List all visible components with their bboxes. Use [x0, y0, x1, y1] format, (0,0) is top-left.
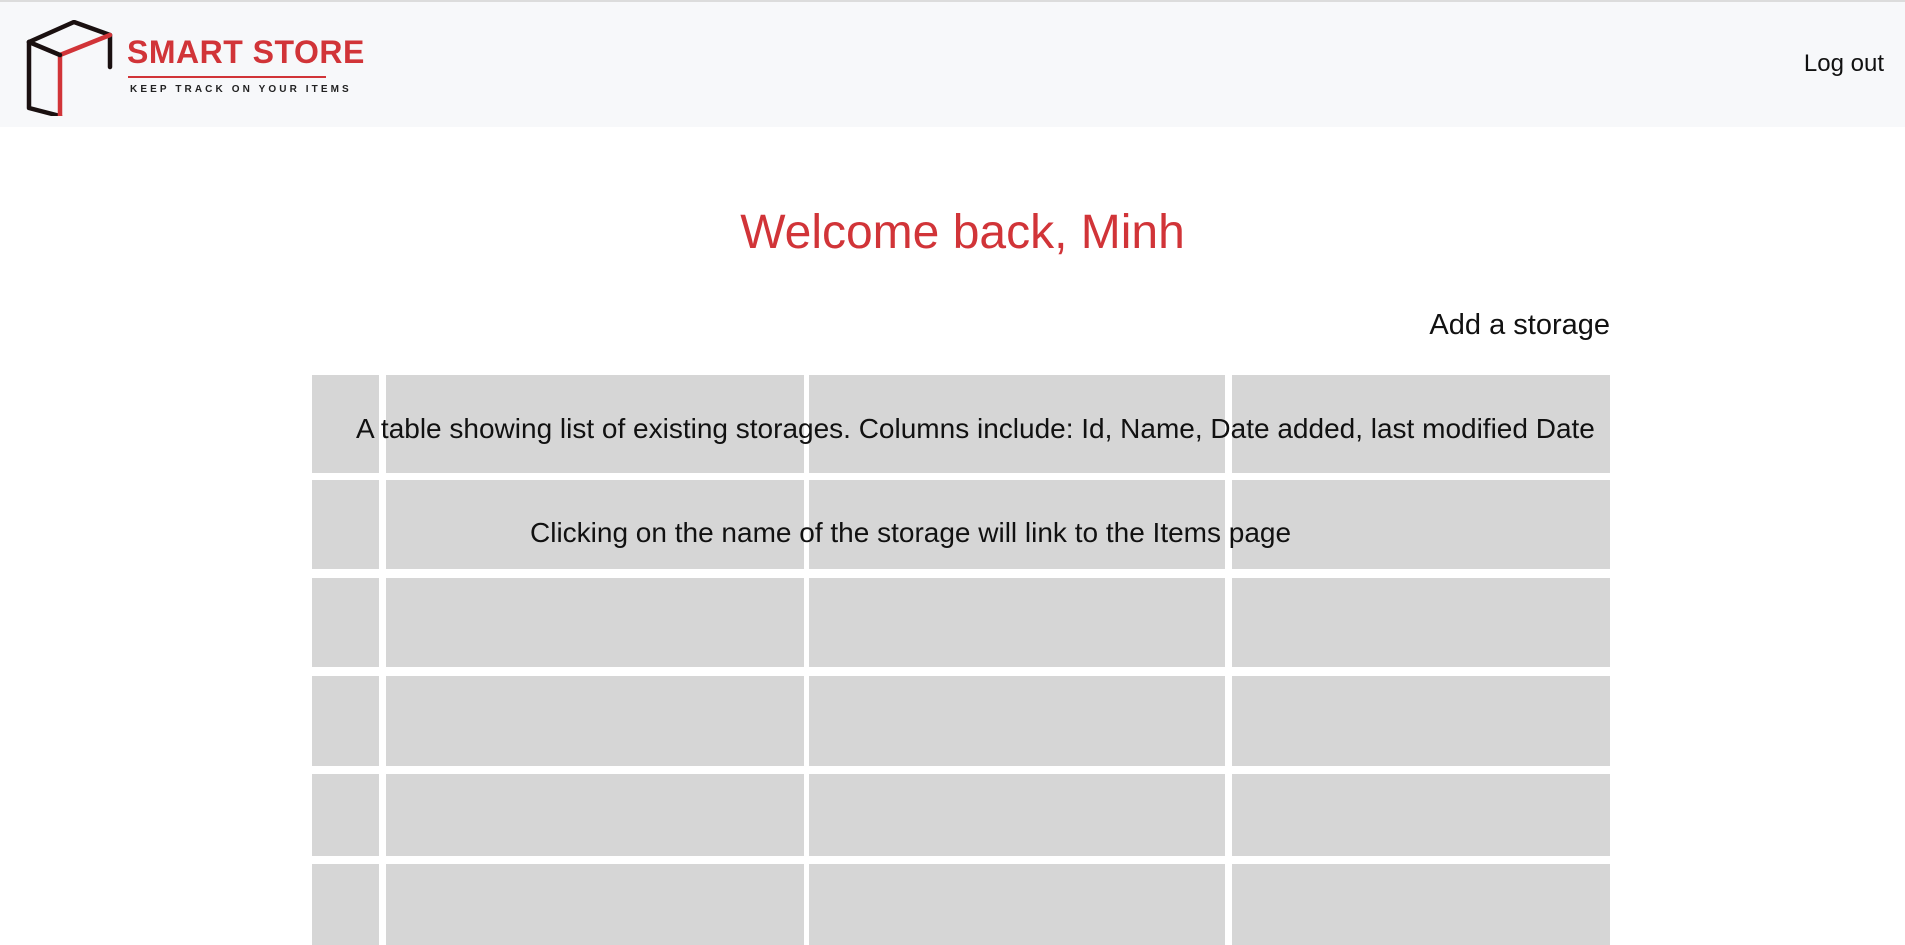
table-cell	[312, 480, 379, 569]
table-cell	[809, 774, 1225, 856]
table-cell	[1232, 676, 1610, 766]
table-cell	[312, 578, 379, 667]
smart-store-logo[interactable]: SMART STORE KEEP TRACK ON YOUR ITEMS	[24, 20, 364, 116]
add-storage-link[interactable]: Add a storage	[1429, 309, 1610, 342]
storage-table-placeholder	[0, 0, 1905, 945]
table-cell	[386, 864, 804, 945]
welcome-heading: Welcome back, Minh	[740, 206, 1185, 259]
table-cell	[809, 864, 1225, 945]
table-cell	[809, 578, 1225, 667]
table-note-text: Clicking on the name of the storage will…	[530, 517, 1292, 548]
logo-divider	[128, 76, 326, 78]
table-cell	[1232, 774, 1610, 856]
logout-link[interactable]: Log out	[1804, 50, 1884, 78]
top-navbar: SMART STORE KEEP TRACK ON YOUR ITEMS Log…	[0, 0, 1905, 127]
logo-title: SMART STORE	[127, 34, 365, 70]
table-cell	[1232, 578, 1610, 667]
table-cell	[312, 864, 379, 945]
table-cell	[386, 578, 804, 667]
table-cell	[809, 676, 1225, 766]
logo-tagline: KEEP TRACK ON YOUR ITEMS	[130, 84, 352, 95]
table-cell	[312, 676, 379, 766]
table-description-text: A table showing list of existing storage…	[356, 413, 1595, 444]
box-logo-icon	[26, 20, 113, 116]
table-cell	[312, 774, 379, 856]
table-cell	[386, 774, 804, 856]
table-cell	[386, 676, 804, 766]
table-cell	[1232, 864, 1610, 945]
